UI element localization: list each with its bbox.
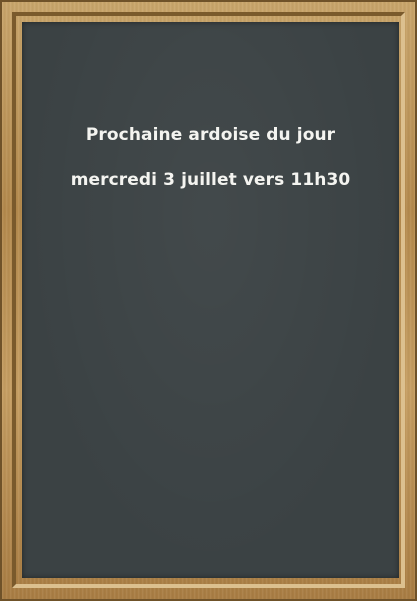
wooden-frame: Prochaine ardoise du jour mercredi 3 jui…: [0, 0, 417, 601]
chalkboard-heading: Prochaine ardoise du jour: [85, 125, 336, 145]
chalkboard: Prochaine ardoise du jour mercredi 3 jui…: [22, 22, 399, 578]
chalkboard-date: mercredi 3 juillet vers 11h30: [70, 170, 351, 190]
